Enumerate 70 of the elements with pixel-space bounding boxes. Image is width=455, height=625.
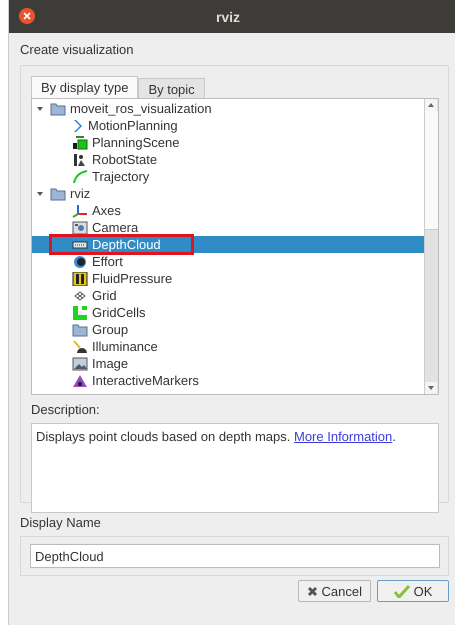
tree-item[interactable]: Grid	[32, 287, 424, 304]
tab[interactable]: By display type	[31, 76, 138, 98]
tree-item[interactable]: Group	[32, 321, 424, 338]
tree-item[interactable]: DepthCloud	[32, 236, 424, 253]
lamp-icon	[72, 340, 88, 354]
chevron-icon	[72, 118, 84, 132]
gauge-icon	[72, 272, 88, 286]
item-label: DepthCloud	[52, 237, 191, 252]
item-label: Effort	[92, 254, 123, 269]
tree-item[interactable]: FluidPressure	[32, 270, 424, 287]
item-label: FluidPressure	[92, 271, 172, 286]
item-label: Axes	[92, 203, 121, 218]
check-icon	[394, 584, 410, 598]
tree-item[interactable]: Image	[32, 355, 424, 372]
item-label: GridCells	[92, 305, 146, 320]
section-heading: Create visualization	[20, 42, 134, 57]
scrollbar-thumb[interactable]	[425, 111, 438, 230]
item-label: Grid	[92, 288, 117, 303]
cancel-button[interactable]: Cancel	[298, 580, 371, 602]
item-label: InteractiveMarkers	[92, 373, 199, 388]
tree-item[interactable]: Effort	[32, 253, 424, 270]
close-icon[interactable]	[19, 8, 35, 24]
tab[interactable]: By topic	[138, 78, 205, 98]
description-text: Displays point clouds based on depth maps. More Information.	[36, 429, 396, 444]
item-label: PlanningScene	[92, 135, 180, 150]
folder-icon	[72, 322, 88, 336]
expand-arrow-icon[interactable]	[36, 104, 44, 112]
effort-icon	[72, 254, 88, 268]
folder-icon	[50, 102, 66, 116]
item-label: RobotState	[92, 152, 158, 167]
tree-item[interactable]: MotionPlanning	[32, 117, 424, 134]
tree-item[interactable]: Axes	[32, 202, 424, 219]
tree-item[interactable]: Camera	[32, 219, 424, 236]
item-label: moveit_ros_visualization	[70, 101, 212, 116]
field-label: Display Name	[20, 515, 102, 530]
expand-arrow-icon[interactable]	[36, 190, 44, 198]
tree-item[interactable]: moveit_ros_visualization	[32, 100, 424, 117]
item-label: Camera	[92, 220, 138, 235]
tree-item[interactable]: Illuminance	[32, 338, 424, 355]
display-name-field[interactable]: DepthCloud	[30, 544, 440, 568]
blocks-icon	[72, 136, 88, 150]
ok-button[interactable]: OK	[377, 580, 449, 602]
item-label: Image	[92, 356, 128, 371]
field-label: Description:	[31, 402, 101, 417]
tree-item[interactable]: GridCells	[32, 304, 424, 321]
item-label: Group	[92, 322, 128, 337]
item-label: MotionPlanning	[88, 118, 178, 133]
scrollbar[interactable]	[424, 99, 438, 394]
arc-icon	[72, 170, 88, 184]
scroll-down-icon[interactable]	[425, 382, 437, 394]
axes-icon	[72, 204, 88, 218]
item-label: Illuminance	[92, 339, 158, 354]
tree-item[interactable]: Trajectory	[32, 168, 424, 185]
grid-icon	[72, 288, 88, 302]
grid-cells-icon	[72, 306, 88, 320]
tree-item[interactable]: InteractiveMarkers	[32, 372, 424, 389]
tree-item[interactable]: RobotState	[32, 151, 424, 168]
cross-icon	[306, 586, 318, 596]
robot-icon	[72, 152, 88, 166]
camera-icon	[72, 220, 88, 234]
tree-item[interactable]: PlanningScene	[32, 134, 424, 151]
folder-icon	[50, 186, 66, 200]
item-label: rviz	[70, 186, 90, 201]
more-information-link[interactable]: More Information	[294, 429, 392, 444]
scroll-up-icon[interactable]	[425, 99, 437, 111]
image-icon	[72, 356, 88, 370]
triangle-marker-icon	[72, 374, 88, 388]
window-title: rviz	[216, 8, 240, 24]
item-label: Trajectory	[92, 169, 150, 184]
tree-item[interactable]: rviz	[32, 185, 424, 202]
